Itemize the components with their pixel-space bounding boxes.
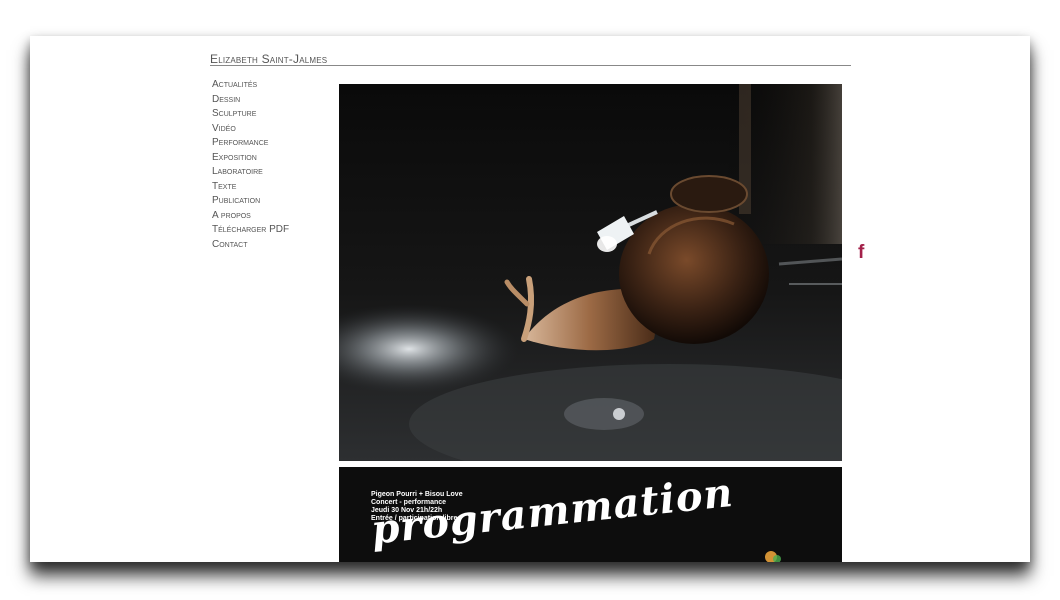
main-nav: Actualités Dessin Sculpture Vidéo Perfor… (212, 78, 289, 252)
nav-item-sculpture[interactable]: Sculpture (212, 107, 289, 122)
facebook-icon[interactable]: f (858, 242, 864, 264)
nav-item-a-propos[interactable]: A propos (212, 209, 289, 224)
nav-item-contact[interactable]: Contact (212, 238, 289, 253)
nav-item-video[interactable]: Vidéo (212, 122, 289, 137)
nav-item-dessin[interactable]: Dessin (212, 93, 289, 108)
title-divider (210, 65, 851, 66)
nav-item-texte[interactable]: Texte (212, 180, 289, 195)
nav-item-exposition[interactable]: Exposition (212, 151, 289, 166)
event-poster[interactable]: Pigeon Pourri + Bisou Love Concert - per… (339, 467, 842, 562)
snail-led-photo[interactable] (339, 84, 842, 461)
nav-item-publication[interactable]: Publication (212, 194, 289, 209)
nav-item-performance[interactable]: Performance (212, 136, 289, 151)
nav-item-telecharger-pdf[interactable]: Télécharger PDF (212, 223, 289, 238)
nav-item-laboratoire[interactable]: Laboratoire (212, 165, 289, 180)
poster-decoration (765, 551, 781, 562)
page: Elizabeth Saint-Jalmes Actualités Dessin… (30, 36, 1030, 562)
snail-photo-image (339, 84, 842, 461)
nav-item-actualites[interactable]: Actualités (212, 78, 289, 93)
site-title[interactable]: Elizabeth Saint-Jalmes (210, 52, 327, 66)
